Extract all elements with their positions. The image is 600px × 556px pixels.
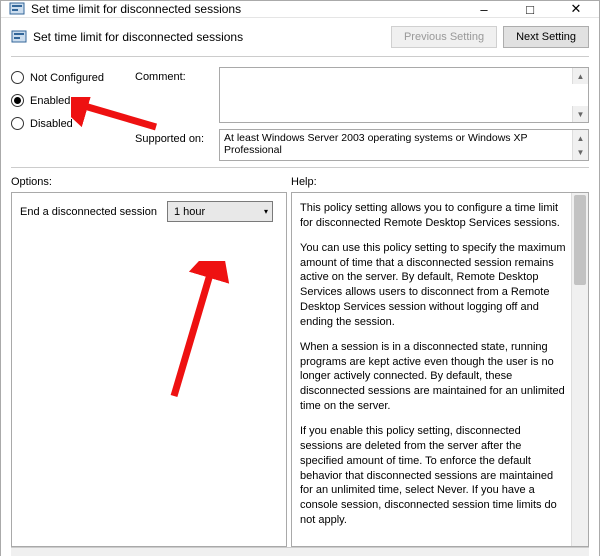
policy-dialog: Set time limit for disconnected sessions… [0,0,600,556]
scrollbar[interactable] [571,193,588,546]
policy-icon [9,1,25,17]
lower-section: End a disconnected session 1 hour ▾ This… [11,192,589,547]
scroll-down-icon[interactable]: ▼ [572,106,588,122]
radio-icon [11,117,24,130]
window-title: Set time limit for disconnected sessions [31,2,461,16]
radio-not-configured[interactable]: Not Configured [11,71,121,84]
comment-input[interactable]: ▲ ▼ [219,67,589,123]
policy-icon [11,29,27,45]
maximize-button[interactable]: □ [507,1,553,17]
chevron-down-icon: ▾ [264,207,268,216]
help-paragraph: You can use this policy setting to speci… [300,241,566,330]
scroll-down-icon[interactable]: ▼ [572,144,588,160]
help-paragraph: When a session is in a disconnected stat… [300,340,566,414]
radio-enabled[interactable]: Enabled [11,94,121,107]
config-section: Not Configured Enabled Disabled Comment:… [11,57,589,168]
titlebar: Set time limit for disconnected sessions… [1,1,599,18]
comment-label: Comment: [135,67,213,83]
dialog-footer: OK Cancel Apply [11,547,589,556]
supported-label: Supported on: [135,129,213,145]
header: Set time limit for disconnected sessions… [11,24,589,57]
previous-setting-button[interactable]: Previous Setting [391,26,497,48]
next-setting-button[interactable]: Next Setting [503,26,589,48]
end-disconnected-session-dropdown[interactable]: 1 hour ▾ [167,201,273,222]
radio-label: Enabled [30,95,70,107]
option-label: End a disconnected session [20,206,157,218]
supported-on-box: At least Windows Server 2003 operating s… [219,129,589,161]
lower-headers: Options: Help: [11,176,589,188]
dropdown-value: 1 hour [174,206,205,218]
help-header: Help: [291,176,317,188]
radio-label: Not Configured [30,72,104,84]
radio-icon [11,71,24,84]
radio-disabled[interactable]: Disabled [11,117,121,130]
close-button[interactable]: ✕ [553,1,599,17]
minimize-button[interactable]: – [461,1,507,17]
options-panel: End a disconnected session 1 hour ▾ [11,192,287,547]
help-panel: This policy setting allows you to config… [291,192,589,547]
options-header: Options: [11,176,291,188]
radio-label: Disabled [30,118,73,130]
supported-text: At least Windows Server 2003 operating s… [224,132,527,156]
state-radio-group: Not Configured Enabled Disabled [11,67,121,161]
scroll-up-icon[interactable]: ▲ [572,68,588,84]
help-paragraph: This policy setting allows you to config… [300,201,566,231]
help-paragraph: If you enable this policy setting, disco… [300,424,566,528]
policy-title: Set time limit for disconnected sessions [33,30,385,44]
radio-icon [11,94,24,107]
